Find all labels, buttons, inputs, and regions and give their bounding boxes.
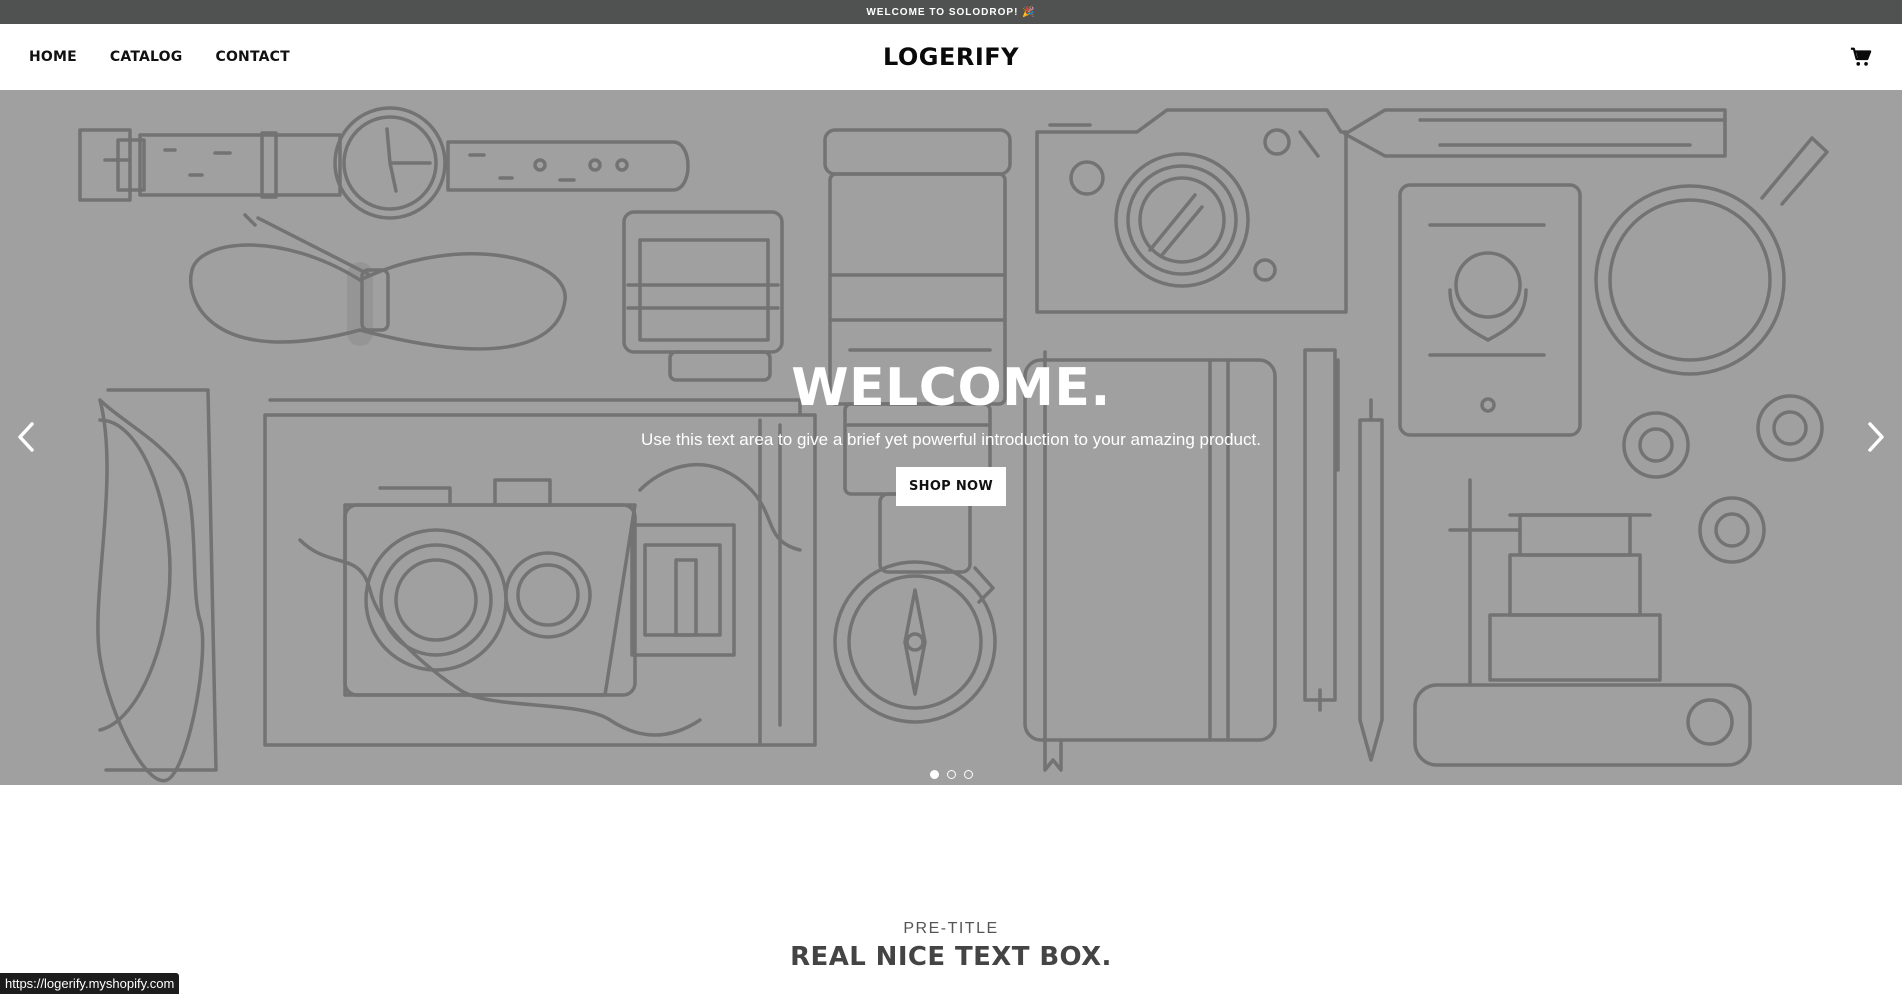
- slide-dots: [0, 770, 1902, 779]
- site-header: HOME CATALOG CONTACT LOGERIFY: [0, 24, 1902, 90]
- lens-illustration: [622, 210, 784, 382]
- announcement-text: WELCOME TO SOLODROP! 🎉: [866, 6, 1036, 18]
- bowtie-illustration: [189, 213, 567, 351]
- text-box-section: PRE-TITLE REAL NICE TEXT BOX.: [0, 920, 1902, 972]
- pencil-illustration: [1343, 108, 1727, 158]
- camera-illustration: [1035, 108, 1348, 314]
- nav-catalog[interactable]: CATALOG: [110, 49, 183, 65]
- main-nav: HOME CATALOG CONTACT: [29, 24, 290, 90]
- text-box-title: REAL NICE TEXT BOX.: [790, 942, 1112, 972]
- hero-subtitle: Use this text area to give a brief yet p…: [641, 430, 1261, 449]
- nav-contact[interactable]: CONTACT: [215, 49, 289, 65]
- vintage-camera-illustration: [343, 478, 736, 697]
- browser-status-url: https://logerify.myshopify.com: [0, 973, 180, 994]
- text-box-pretitle: PRE-TITLE: [903, 920, 999, 937]
- shopping-cart-icon[interactable]: [1850, 46, 1872, 68]
- slide-dot-1[interactable]: [929, 770, 939, 779]
- hero-content: WELCOME. Use this text area to give a br…: [0, 358, 1902, 506]
- hero-slideshow: WELCOME. Use this text area to give a br…: [0, 90, 1902, 785]
- pan-illustration: [1594, 136, 1829, 376]
- slide-dot-2[interactable]: [946, 770, 956, 779]
- watch-illustration: [78, 106, 690, 220]
- slide-dot-3[interactable]: [963, 770, 973, 779]
- hero-title: WELCOME.: [791, 358, 1111, 418]
- shop-now-button[interactable]: SHOP NOW: [895, 467, 1007, 506]
- nav-home[interactable]: HOME: [29, 49, 77, 65]
- compass-illustration: [833, 560, 997, 724]
- announcement-bar: WELCOME TO SOLODROP! 🎉: [0, 0, 1902, 24]
